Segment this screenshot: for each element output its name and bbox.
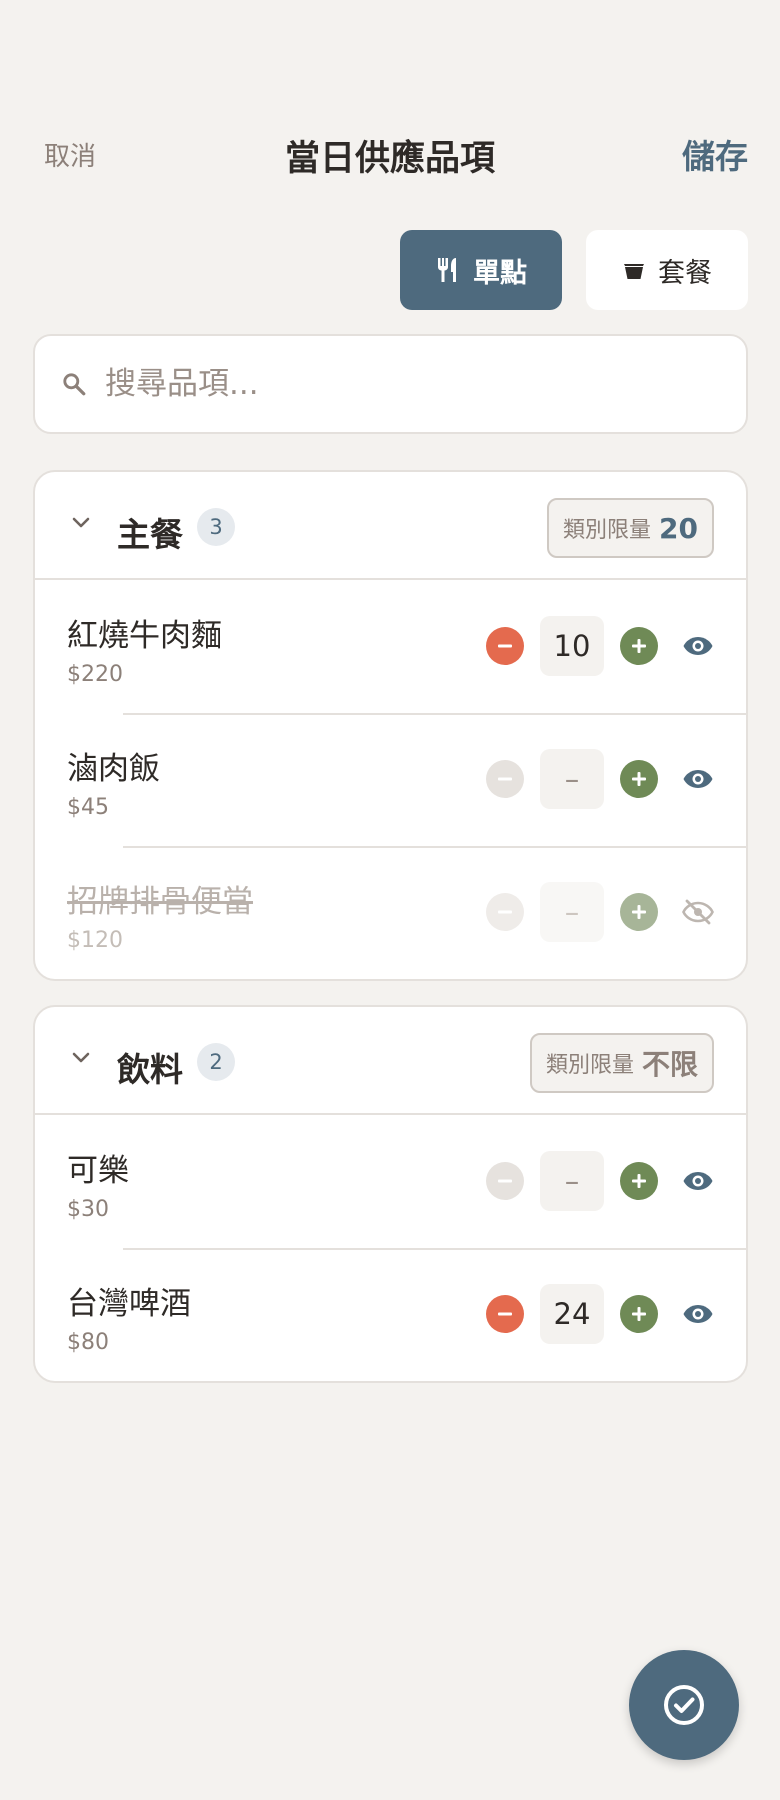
eye-off-icon bbox=[682, 899, 714, 925]
quantity-stepper: – bbox=[486, 1151, 714, 1211]
plus-icon bbox=[632, 1174, 646, 1188]
list-item: 台灣啤酒 $80 24 bbox=[35, 1248, 746, 1381]
category-limit-label: 類別限量 bbox=[563, 518, 652, 543]
minus-icon bbox=[498, 644, 512, 648]
quantity-value[interactable]: – bbox=[540, 749, 604, 809]
category-limit-badge[interactable]: 類別限量 20 bbox=[547, 498, 714, 558]
quantity-value[interactable]: – bbox=[540, 1151, 604, 1211]
category-limit-badge[interactable]: 類別限量 不限 bbox=[529, 1033, 714, 1093]
minus-icon bbox=[498, 1179, 512, 1183]
item-name: 台灣啤酒 bbox=[67, 1286, 191, 1322]
quantity-value[interactable]: 24 bbox=[540, 1284, 604, 1344]
minus-icon bbox=[498, 910, 512, 914]
plus-icon bbox=[632, 639, 646, 653]
category-limit-value: 不限 bbox=[641, 1048, 698, 1081]
item-price: $30 bbox=[67, 1197, 109, 1222]
list-item: 紅燒牛肉麵 $220 10 bbox=[35, 580, 746, 713]
category-name: 飲料 bbox=[117, 1050, 183, 1089]
search-icon bbox=[63, 373, 86, 396]
quantity-value[interactable]: – bbox=[540, 882, 604, 942]
eye-icon bbox=[683, 637, 713, 655]
mode-toggle: 單點 套餐 bbox=[400, 230, 748, 310]
category-count-badge: 3 bbox=[197, 508, 235, 546]
visibility-toggle[interactable] bbox=[682, 630, 714, 662]
quantity-stepper: – bbox=[486, 882, 714, 942]
visibility-toggle[interactable] bbox=[682, 763, 714, 795]
plus-icon bbox=[632, 1307, 646, 1321]
single-mode-label: 單點 bbox=[473, 257, 527, 289]
increment-button[interactable] bbox=[620, 1162, 658, 1200]
minus-icon bbox=[498, 1312, 512, 1316]
quantity-stepper: – bbox=[486, 749, 714, 809]
category-card-drinks: 飲料 2 類別限量 不限 可樂 $30 – 台灣啤酒 $80 24 bbox=[33, 1005, 748, 1383]
list-item: 招牌排骨便當 $120 – bbox=[35, 846, 746, 979]
item-price: $45 bbox=[67, 795, 109, 820]
category-card-main: 主餐 3 類別限量 20 紅燒牛肉麵 $220 10 滷肉飯 $45 – 招牌排… bbox=[33, 470, 748, 981]
eye-icon bbox=[683, 770, 713, 788]
decrement-button[interactable] bbox=[486, 760, 524, 798]
chevron-down-icon[interactable] bbox=[69, 1045, 93, 1069]
increment-button[interactable] bbox=[620, 627, 658, 665]
item-price: $80 bbox=[67, 1330, 109, 1355]
item-name: 可樂 bbox=[67, 1153, 129, 1189]
plus-icon bbox=[632, 772, 646, 786]
item-name: 紅燒牛肉麵 bbox=[67, 618, 222, 654]
visibility-toggle[interactable] bbox=[682, 1298, 714, 1330]
single-mode-button[interactable]: 單點 bbox=[400, 230, 562, 310]
visibility-toggle[interactable] bbox=[682, 896, 714, 928]
decrement-button[interactable] bbox=[486, 1162, 524, 1200]
save-button[interactable]: 儲存 bbox=[682, 130, 748, 178]
page-title: 當日供應品項 bbox=[284, 139, 495, 179]
category-header: 飲料 2 類別限量 不限 bbox=[35, 1007, 746, 1115]
quantity-stepper: 10 bbox=[486, 616, 714, 676]
list-item: 滷肉飯 $45 – bbox=[35, 713, 746, 846]
decrement-button[interactable] bbox=[486, 893, 524, 931]
set-mode-button[interactable]: 套餐 bbox=[586, 230, 748, 310]
bowl-icon bbox=[624, 264, 644, 279]
increment-button[interactable] bbox=[620, 760, 658, 798]
search-input[interactable] bbox=[105, 366, 705, 402]
category-limit-value: 20 bbox=[659, 511, 698, 545]
increment-button[interactable] bbox=[620, 893, 658, 931]
category-count-badge: 2 bbox=[197, 1043, 235, 1081]
quantity-value[interactable]: 10 bbox=[540, 616, 604, 676]
item-name: 滷肉飯 bbox=[67, 751, 160, 787]
check-circle-icon bbox=[664, 1685, 704, 1725]
item-price: $120 bbox=[67, 928, 123, 953]
set-mode-label: 套餐 bbox=[658, 257, 712, 289]
quantity-stepper: 24 bbox=[486, 1284, 714, 1344]
eye-icon bbox=[683, 1305, 713, 1323]
minus-icon bbox=[498, 777, 512, 781]
plus-icon bbox=[632, 905, 646, 919]
top-bar: 取消 當日供應品項 儲存 bbox=[0, 118, 780, 186]
chevron-down-icon[interactable] bbox=[69, 510, 93, 534]
confirm-fab-button[interactable] bbox=[629, 1650, 739, 1760]
fork-knife-icon bbox=[438, 258, 456, 282]
decrement-button[interactable] bbox=[486, 627, 524, 665]
list-item: 可樂 $30 – bbox=[35, 1115, 746, 1248]
eye-icon bbox=[683, 1172, 713, 1190]
increment-button[interactable] bbox=[620, 1295, 658, 1333]
search-bar bbox=[33, 334, 748, 434]
visibility-toggle[interactable] bbox=[682, 1165, 714, 1197]
decrement-button[interactable] bbox=[486, 1295, 524, 1333]
category-name: 主餐 bbox=[117, 515, 183, 554]
item-price: $220 bbox=[67, 662, 123, 687]
item-name: 招牌排骨便當 bbox=[67, 884, 253, 920]
category-limit-label: 類別限量 bbox=[545, 1053, 634, 1078]
category-header: 主餐 3 類別限量 20 bbox=[35, 472, 746, 580]
